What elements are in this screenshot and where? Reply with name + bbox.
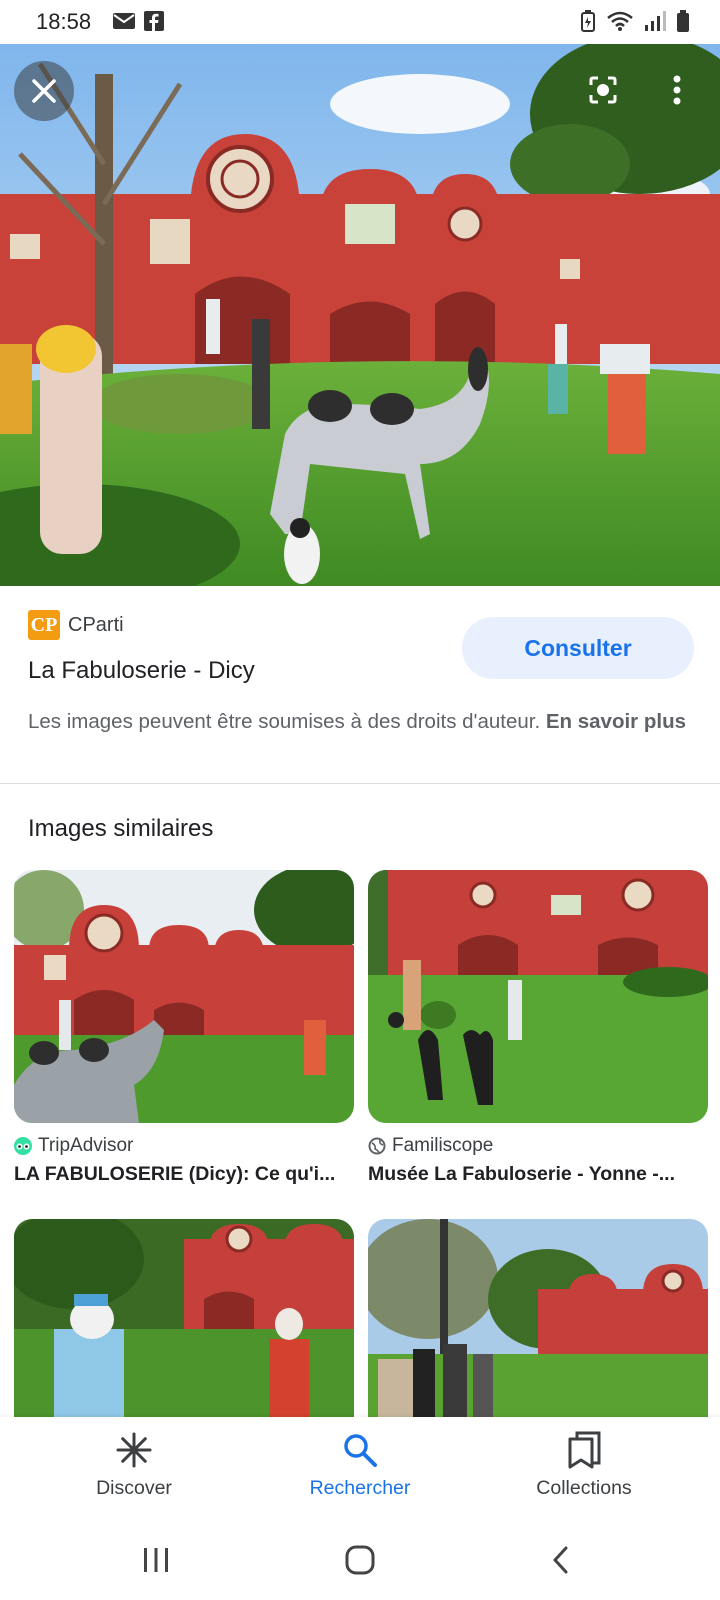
nav-label: Rechercher [309, 1477, 411, 1499]
learn-more-link[interactable]: En savoir plus [546, 710, 686, 733]
status-system-icons [580, 10, 690, 32]
home-icon [345, 1545, 375, 1575]
similar-image-title[interactable]: Musée La Fabuloserie - Yonne -... [368, 1163, 708, 1186]
nav-collections[interactable]: Collections [484, 1417, 684, 1520]
nav-label: Discover [96, 1477, 172, 1499]
fabuloserie-photo [0, 44, 720, 586]
signal-icon [645, 11, 666, 31]
home-button[interactable] [330, 1538, 390, 1582]
collections-icon [568, 1431, 601, 1469]
similar-image-source-name: Familiscope [392, 1135, 494, 1156]
divider [0, 783, 720, 784]
mail-icon [113, 13, 135, 29]
similar-image-source: TripAdvisor [14, 1135, 354, 1157]
status-time: 18:58 [36, 9, 92, 34]
similar-image-thumbnail[interactable] [14, 870, 354, 1123]
recent-apps-button[interactable] [126, 1538, 186, 1582]
status-bar: 18:58 [0, 0, 720, 44]
battery-icon [677, 10, 689, 32]
thumbnail-photo [368, 870, 708, 1123]
copyright-notice: Les images peuvent être soumises à des d… [28, 706, 688, 737]
thumbnail-photo [368, 1219, 708, 1417]
similar-image-card[interactable] [14, 1219, 354, 1417]
main-image[interactable] [0, 44, 720, 586]
close-icon [32, 79, 56, 103]
recent-apps-icon [144, 1548, 168, 1572]
back-icon [553, 1546, 568, 1574]
similar-image-thumbnail[interactable] [14, 1219, 354, 1417]
more-options-button[interactable] [655, 68, 699, 112]
source-logo: CP [28, 610, 60, 640]
lens-icon [589, 76, 617, 104]
asterisk-icon [116, 1432, 152, 1468]
source-row[interactable]: CP CParti [28, 610, 124, 640]
status-notification-icons [112, 11, 164, 31]
copyright-text: Les images peuvent être soumises à des d… [28, 710, 541, 733]
back-button[interactable] [530, 1538, 590, 1582]
more-vert-icon [673, 75, 681, 105]
similar-image-title[interactable]: LA FABULOSERIE (Dicy): Ce qu'i... [14, 1163, 354, 1186]
consult-button[interactable]: Consulter [462, 617, 694, 679]
facebook-icon [144, 11, 164, 31]
source-name: CParti [68, 613, 124, 636]
similar-image-card[interactable]: Familiscope Musée La Fabuloserie - Yonne… [368, 870, 708, 1186]
battery-saver-icon [581, 10, 595, 32]
thumbnail-photo [14, 1219, 354, 1417]
thumbnail-photo [14, 870, 354, 1123]
image-title[interactable]: La Fabuloserie - Dicy [28, 657, 255, 685]
close-button[interactable] [14, 61, 74, 121]
nav-search[interactable]: Rechercher [260, 1417, 460, 1520]
similar-image-thumbnail[interactable] [368, 1219, 708, 1417]
system-navigation-bar [0, 1520, 720, 1600]
similar-images-heading: Images similaires [28, 815, 214, 842]
nav-discover[interactable]: Discover [34, 1417, 234, 1520]
search-icon [344, 1434, 377, 1467]
similar-image-source: Familiscope [368, 1135, 708, 1157]
wifi-icon [607, 11, 633, 31]
tripadvisor-icon [14, 1137, 32, 1155]
bottom-navigation: Discover Rechercher Collections [0, 1417, 720, 1520]
nav-label: Collections [536, 1477, 632, 1499]
lens-button[interactable] [581, 68, 625, 112]
similar-image-card[interactable] [368, 1219, 708, 1417]
similar-image-source-name: TripAdvisor [38, 1135, 134, 1156]
similar-image-thumbnail[interactable] [368, 870, 708, 1123]
similar-image-card[interactable]: TripAdvisor LA FABULOSERIE (Dicy): Ce qu… [14, 870, 354, 1186]
globe-icon [368, 1137, 386, 1155]
